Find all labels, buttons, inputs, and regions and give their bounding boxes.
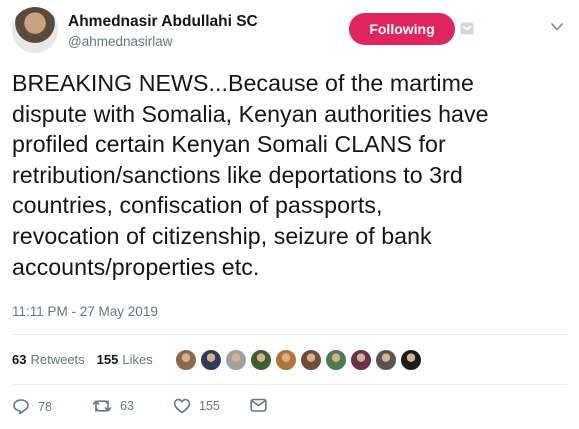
retweet-count: 63 [120, 399, 134, 413]
retweet-icon [92, 400, 112, 412]
chevron-down-icon[interactable] [550, 21, 564, 33]
liker-avatar[interactable] [275, 349, 297, 371]
liker-avatar[interactable] [250, 349, 272, 371]
retweets-count: 63 [12, 351, 27, 367]
like-count: 155 [199, 399, 220, 413]
liker-avatar[interactable] [350, 349, 372, 371]
tweet-card: Ahmednasir Abdullahi SC @ahmednasirlaw F… [0, 0, 579, 429]
tweet-text: BREAKING NEWS...Because of the martime d… [12, 70, 489, 280]
divider [12, 334, 567, 335]
retweets-label: Retweets [30, 351, 85, 367]
liker-avatars [175, 349, 425, 371]
like-button[interactable]: 155 [173, 398, 220, 414]
tweet-actions: 78 63 155 [0, 398, 579, 418]
reply-icon [13, 399, 29, 415]
like-icon [173, 398, 191, 414]
liker-avatar[interactable] [375, 349, 397, 371]
retweet-button[interactable]: 63 [92, 398, 134, 414]
likes-label: Likes [122, 351, 153, 367]
reply-button[interactable]: 78 [12, 398, 52, 415]
author-handle[interactable]: @ahmednasirlaw [68, 34, 173, 49]
divider [12, 384, 567, 385]
liker-avatar[interactable] [325, 349, 347, 371]
follows-you-icon [460, 22, 474, 35]
likes-count: 155 [96, 351, 119, 367]
reply-count: 78 [38, 399, 52, 414]
liker-avatar[interactable] [300, 349, 322, 371]
liker-avatar[interactable] [175, 349, 197, 371]
direct-message-button[interactable] [250, 398, 267, 413]
likes-stat[interactable]: 155 Likes [97, 352, 153, 367]
liker-avatar[interactable] [200, 349, 222, 371]
direct-message-icon [250, 398, 267, 412]
liker-avatar[interactable] [400, 349, 422, 371]
liker-avatar[interactable] [225, 349, 247, 371]
retweets-stat[interactable]: 63 Retweets [12, 352, 85, 367]
avatar[interactable] [12, 7, 58, 53]
following-button[interactable]: Following [349, 13, 455, 45]
author-name[interactable]: Ahmednasir Abdullahi SC [68, 13, 258, 31]
engagement-stats: 63 Retweets 155 Likes [12, 348, 153, 370]
tweet-timestamp[interactable]: 11:11 PM - 27 May 2019 [12, 304, 158, 319]
